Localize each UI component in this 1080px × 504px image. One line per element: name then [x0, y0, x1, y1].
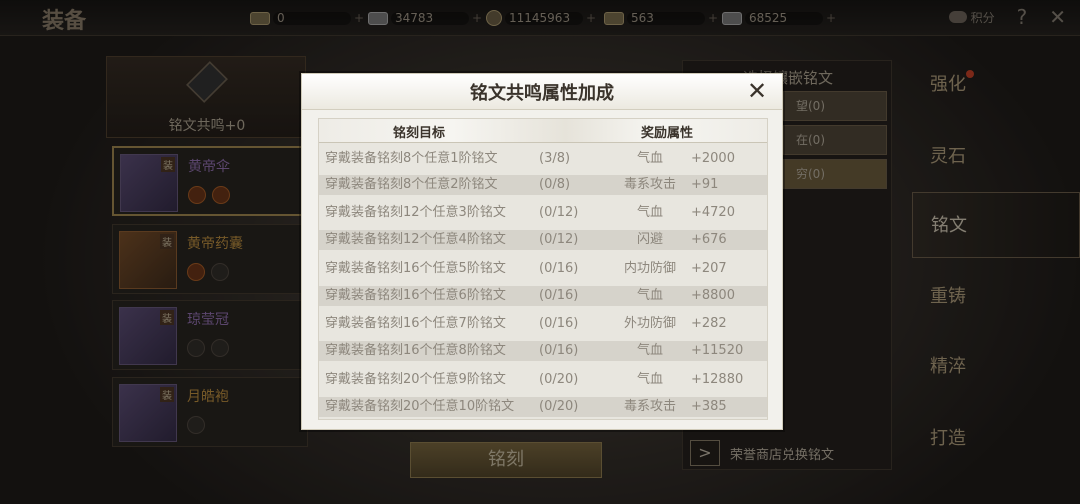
row-attribute: 内功防御	[623, 261, 676, 276]
row-attribute: 气血	[636, 205, 663, 220]
table-row: 穿戴装备铭刻20个任意9阶铭文 (0/20) 气血 +12880	[319, 366, 767, 394]
row-value: +4720	[691, 205, 735, 220]
row-value: +207	[691, 261, 727, 276]
row-target: 穿戴装备铭刻16个任意5阶铭文	[325, 261, 506, 276]
row-attribute: 气血	[636, 343, 663, 358]
row-progress: (0/16)	[539, 343, 579, 358]
bonus-table: 铭刻目标 奖励属性 穿戴装备铭刻8个任意1阶铭文 (3/8) 气血 +2000 …	[318, 118, 768, 420]
row-value: +385	[691, 399, 727, 414]
row-target: 穿戴装备铭刻16个任意7阶铭文	[325, 316, 506, 331]
row-progress: (3/8)	[539, 151, 571, 166]
row-attribute: 毒系攻击	[623, 177, 676, 192]
row-target: 穿戴装备铭刻16个任意6阶铭文	[325, 288, 506, 303]
row-value: +91	[691, 177, 719, 192]
row-attribute: 气血	[636, 151, 663, 166]
row-value: +8800	[691, 288, 735, 303]
row-target: 穿戴装备铭刻16个任意8阶铭文	[325, 343, 506, 358]
row-progress: (0/12)	[539, 232, 579, 247]
table-row: 穿戴装备铭刻12个任意3阶铭文 (0/12) 气血 +4720	[319, 199, 767, 227]
table-row: 穿戴装备铭刻8个任意1阶铭文 (3/8) 气血 +2000	[319, 145, 767, 173]
table-row: 穿戴装备铭刻16个任意8阶铭文 (0/16) 气血 +11520	[319, 341, 767, 361]
row-attribute: 气血	[636, 372, 663, 387]
row-attribute: 毒系攻击	[623, 399, 676, 414]
table-row: 穿戴装备铭刻12个任意4阶铭文 (0/12) 闪避 +676	[319, 230, 767, 250]
row-target: 穿戴装备铭刻8个任意1阶铭文	[325, 151, 498, 166]
row-target: 穿戴装备铭刻12个任意4阶铭文	[325, 232, 506, 247]
row-target: 穿戴装备铭刻8个任意2阶铭文	[325, 177, 498, 192]
table-header: 铭刻目标 奖励属性	[319, 119, 767, 143]
row-attribute: 外功防御	[623, 316, 676, 331]
row-progress: (0/16)	[539, 261, 579, 276]
row-value: +676	[691, 232, 727, 247]
row-value: +282	[691, 316, 727, 331]
row-progress: (0/20)	[539, 399, 579, 414]
row-value: +2000	[691, 151, 735, 166]
table-row: 穿戴装备铭刻16个任意6阶铭文 (0/16) 气血 +8800	[319, 286, 767, 306]
table-row: 穿戴装备铭刻20个任意10阶铭文 (0/20) 毒系攻击 +385	[319, 397, 767, 417]
table-row: 穿戴装备铭刻16个任意7阶铭文 (0/16) 外功防御 +282	[319, 310, 767, 338]
close-icon[interactable]: ✕	[744, 78, 770, 104]
row-attribute: 气血	[636, 288, 663, 303]
row-target: 穿戴装备铭刻20个任意10阶铭文	[325, 399, 515, 414]
row-target: 穿戴装备铭刻20个任意9阶铭文	[325, 372, 506, 387]
row-progress: (0/16)	[539, 288, 579, 303]
row-attribute: 闪避	[636, 232, 663, 247]
row-value: +12880	[691, 372, 744, 387]
row-progress: (0/8)	[539, 177, 571, 192]
resonance-bonus-dialog: 铭文共鸣属性加成 ✕ 铭刻目标 奖励属性 穿戴装备铭刻8个任意1阶铭文 (3/8…	[301, 73, 783, 430]
column-header-target: 铭刻目标	[393, 126, 446, 141]
row-progress: (0/12)	[539, 205, 579, 220]
column-header-reward: 奖励属性	[641, 126, 694, 141]
row-target: 穿戴装备铭刻12个任意3阶铭文	[325, 205, 506, 220]
row-progress: (0/16)	[539, 316, 579, 331]
row-value: +11520	[691, 343, 744, 358]
table-row: 穿戴装备铭刻16个任意5阶铭文 (0/16) 内功防御 +207	[319, 255, 767, 283]
dialog-title: 铭文共鸣属性加成	[470, 83, 614, 104]
row-progress: (0/20)	[539, 372, 579, 387]
dialog-header: 铭文共鸣属性加成 ✕	[302, 74, 782, 110]
table-row: 穿戴装备铭刻8个任意2阶铭文 (0/8) 毒系攻击 +91	[319, 175, 767, 195]
